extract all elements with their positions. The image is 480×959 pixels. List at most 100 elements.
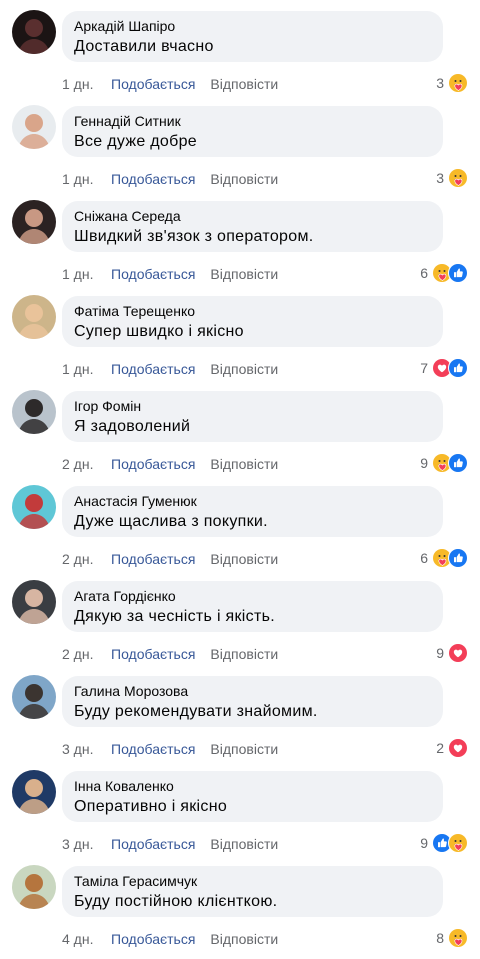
reactions-summary[interactable]: 3 <box>436 167 468 189</box>
reaction-count: 2 <box>436 740 444 756</box>
comment-timestamp[interactable]: 2 дн. <box>62 550 111 568</box>
comment-item: Ігор Фомін Я задоволений 2 дн. Подобається В… <box>0 380 480 475</box>
reaction-count: 3 <box>436 75 444 91</box>
comment-timestamp[interactable]: 3 дн. <box>62 740 111 758</box>
like-link[interactable]: Подобається <box>111 265 195 283</box>
comment-text: Буду постійною клієнткою. <box>74 893 278 910</box>
comment-item: Сніжана Середа Швидкий зв'язок з оператор… <box>0 190 480 285</box>
reply-link[interactable]: Відповісти <box>210 170 278 188</box>
avatar[interactable] <box>12 485 56 529</box>
like-link[interactable]: Подобається <box>111 550 195 568</box>
comment-actions: 1 дн. Подобається Відповісти <box>62 170 278 188</box>
comment-bubble: Анастасія Гуменюк Дуже щаслива з покупки. <box>62 486 443 537</box>
like-icon <box>448 453 468 473</box>
reply-link[interactable]: Відповісти <box>210 360 278 378</box>
care-icon <box>448 168 468 188</box>
comment-bubble: Ігор Фомін Я задоволений <box>62 391 443 442</box>
reply-link[interactable]: Відповісти <box>210 455 278 473</box>
avatar[interactable] <box>12 200 56 244</box>
reply-link[interactable]: Відповісти <box>210 75 278 93</box>
reactions-summary[interactable]: 9 <box>436 642 468 664</box>
comment-actions: 2 дн. Подобається Відповісти <box>62 455 278 473</box>
comment-author[interactable]: Ігор Фомін <box>74 398 431 415</box>
comment-bubble: Геннадій Ситник Все дуже добре <box>62 106 443 157</box>
comment-actions: 1 дн. Подобається Відповісти <box>62 265 278 283</box>
comment-author[interactable]: Геннадій Ситник <box>74 113 431 130</box>
comment-author[interactable]: Таміла Герасимчук <box>74 873 431 890</box>
like-link[interactable]: Подобається <box>111 360 195 378</box>
reaction-count: 9 <box>420 835 428 851</box>
comment-timestamp[interactable]: 4 дн. <box>62 930 111 948</box>
comment-actions: 3 дн. Подобається Відповісти <box>62 740 278 758</box>
comment-bubble: Агата Гордієнко Дякую за чесність і якіст… <box>62 581 443 632</box>
comment-actions: 1 дн. Подобається Відповісти <box>62 75 278 93</box>
reactions-summary[interactable]: 3 <box>436 72 468 94</box>
reactions-summary[interactable]: 7 <box>420 357 468 379</box>
reactions-summary[interactable]: 9 <box>420 832 468 854</box>
reply-link[interactable]: Відповісти <box>210 645 278 663</box>
avatar[interactable] <box>12 865 56 909</box>
reply-link[interactable]: Відповісти <box>210 740 278 758</box>
comment-text: Оперативно і якісно <box>74 798 228 815</box>
comment-timestamp[interactable]: 1 дн. <box>62 265 111 283</box>
comment-actions: 1 дн. Подобається Відповісти <box>62 360 278 378</box>
avatar[interactable] <box>12 675 56 719</box>
comment-bubble: Інна Коваленко Оперативно і якісно <box>62 771 443 822</box>
like-icon <box>448 548 468 568</box>
reply-link[interactable]: Відповісти <box>210 550 278 568</box>
reply-link[interactable]: Відповісти <box>210 265 278 283</box>
care-icon <box>448 73 468 93</box>
comment-timestamp[interactable]: 1 дн. <box>62 75 111 93</box>
like-link[interactable]: Подобається <box>111 930 195 948</box>
like-link[interactable]: Подобається <box>111 835 195 853</box>
comment-text: Доставили вчасно <box>74 38 214 55</box>
reactions-summary[interactable]: 6 <box>420 262 468 284</box>
avatar[interactable] <box>12 390 56 434</box>
like-link[interactable]: Подобається <box>111 455 195 473</box>
like-link[interactable]: Подобається <box>111 645 195 663</box>
comment-item: Агата Гордієнко Дякую за чесність і якіст… <box>0 570 480 665</box>
reaction-count: 9 <box>420 455 428 471</box>
like-link[interactable]: Подобається <box>111 170 195 188</box>
reactions-summary[interactable]: 2 <box>436 737 468 759</box>
reply-link[interactable]: Відповісти <box>210 930 278 948</box>
reply-link[interactable]: Відповісти <box>210 835 278 853</box>
comment-author[interactable]: Аркадій Шапіро <box>74 18 431 35</box>
reactions-summary[interactable]: 9 <box>420 452 468 474</box>
comment-author[interactable]: Агата Гордієнко <box>74 588 431 605</box>
care-icon <box>448 928 468 948</box>
comment-text: Все дуже добре <box>74 133 197 150</box>
reactions-summary[interactable]: 8 <box>436 927 468 949</box>
avatar[interactable] <box>12 295 56 339</box>
love-icon <box>448 643 468 663</box>
comment-item: Галина Морозова Буду рекомендувати знайом… <box>0 665 480 760</box>
avatar[interactable] <box>12 770 56 814</box>
comment-author[interactable]: Анастасія Гуменюк <box>74 493 431 510</box>
comment-text: Я задоволений <box>74 418 191 435</box>
avatar[interactable] <box>12 10 56 54</box>
comment-timestamp[interactable]: 2 дн. <box>62 645 111 663</box>
reaction-count: 8 <box>436 930 444 946</box>
comment-timestamp[interactable]: 1 дн. <box>62 170 111 188</box>
comment-author[interactable]: Фатіма Терещенко <box>74 303 431 320</box>
like-link[interactable]: Подобається <box>111 75 195 93</box>
comment-bubble: Галина Морозова Буду рекомендувати знайом… <box>62 676 443 727</box>
care-icon <box>448 833 468 853</box>
like-link[interactable]: Подобається <box>111 740 195 758</box>
comment-item: Геннадій Ситник Все дуже добре 1 дн. Подоба… <box>0 95 480 190</box>
comment-author[interactable]: Галина Морозова <box>74 683 431 700</box>
comment-timestamp[interactable]: 3 дн. <box>62 835 111 853</box>
comment-timestamp[interactable]: 1 дн. <box>62 360 111 378</box>
comment-author[interactable]: Сніжана Середа <box>74 208 431 225</box>
avatar[interactable] <box>12 580 56 624</box>
comment-actions: 4 дн. Подобається Відповісти <box>62 930 278 948</box>
like-icon <box>448 358 468 378</box>
comment-text: Швидкий зв'язок з оператором. <box>74 228 314 245</box>
avatar[interactable] <box>12 105 56 149</box>
comment-timestamp[interactable]: 2 дн. <box>62 455 111 473</box>
like-icon <box>448 263 468 283</box>
comment-text: Буду рекомендувати знайомим. <box>74 703 318 720</box>
reactions-summary[interactable]: 6 <box>420 547 468 569</box>
comment-author[interactable]: Інна Коваленко <box>74 778 431 795</box>
comment-item: Інна Коваленко Оперативно і якісно 3 дн. По… <box>0 760 480 855</box>
